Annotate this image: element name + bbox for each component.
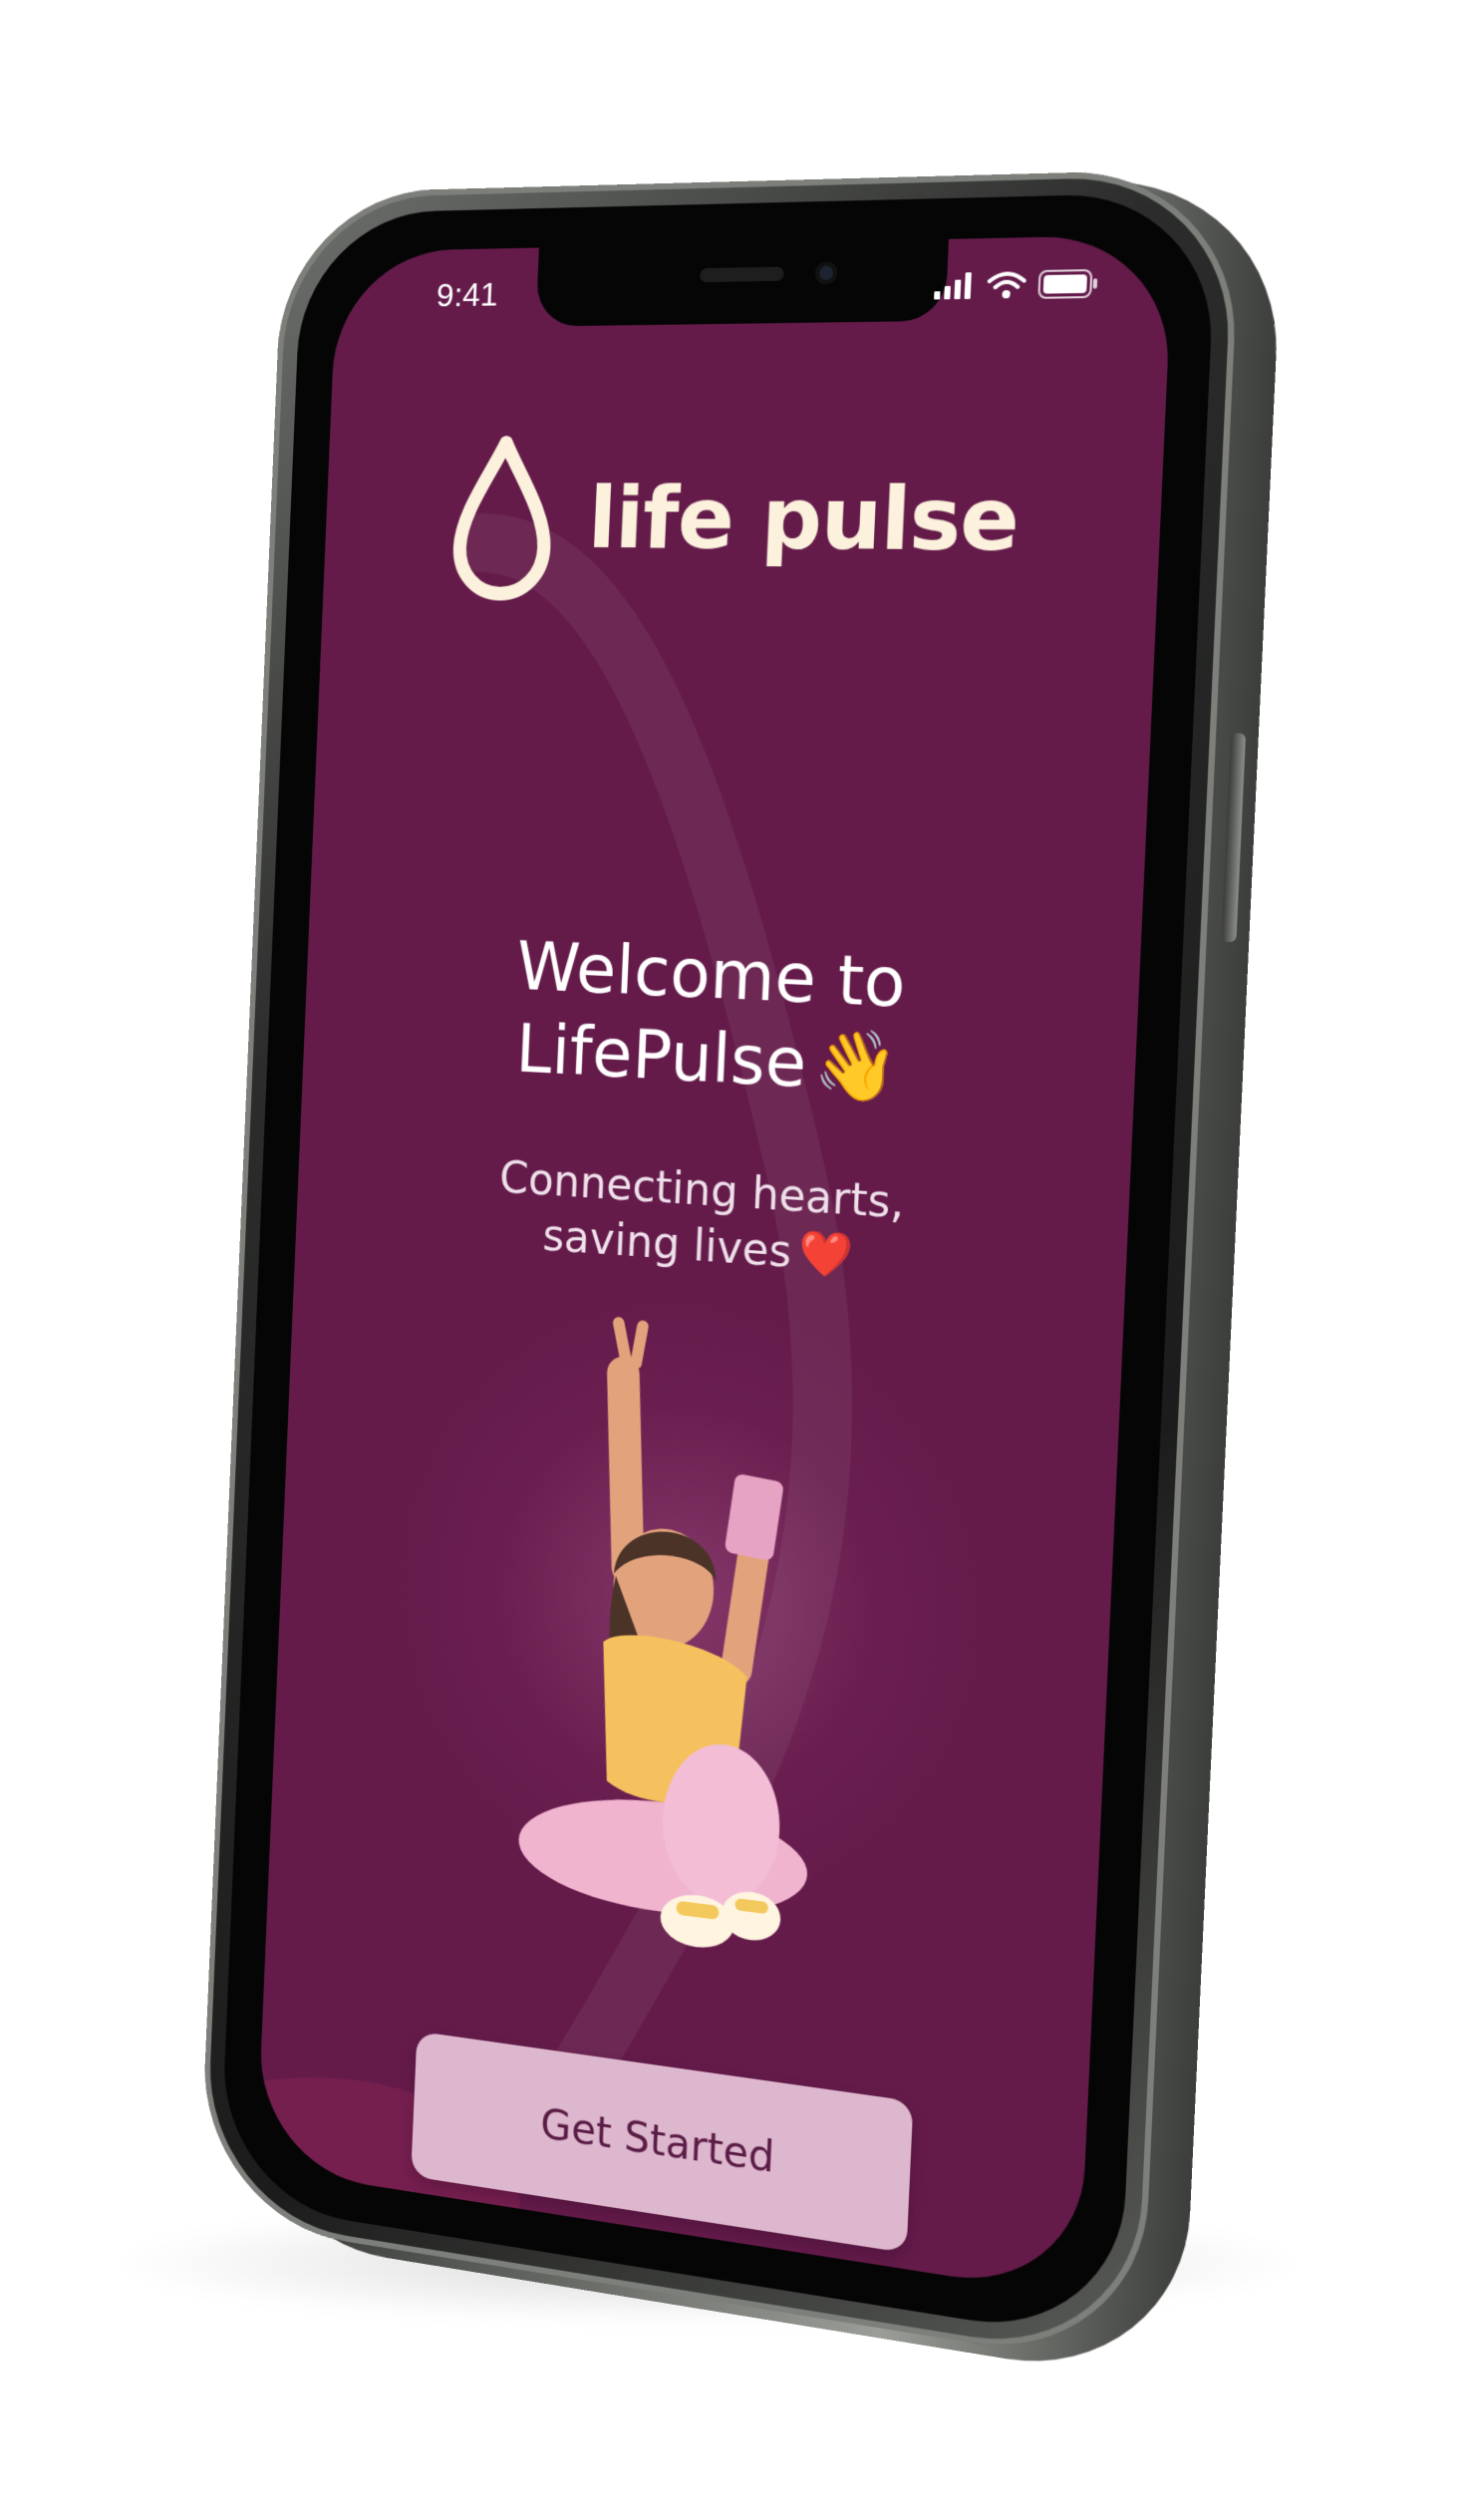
blood-drop-icon <box>448 435 558 602</box>
person-illustration <box>476 1308 891 2003</box>
battery-icon <box>1037 269 1098 299</box>
app-name: LifePulse <box>514 1011 807 1104</box>
wifi-icon <box>987 270 1026 299</box>
speaker-grille <box>700 267 784 283</box>
heart-emoji: ❤️ <box>798 1225 855 1285</box>
notch <box>535 239 949 327</box>
brand-logo: life pulse <box>323 432 1164 608</box>
front-camera <box>815 261 838 284</box>
phone-mockup: 9:41 life pulse Welcome to LifePulse👋 Co… <box>198 167 1264 2384</box>
brand-name: life pulse <box>586 469 1021 571</box>
app-screen: 9:41 life pulse Welcome to LifePulse👋 Co… <box>256 234 1174 2296</box>
status-time: 9:41 <box>436 276 498 315</box>
phone-body: 9:41 life pulse Welcome to LifePulse👋 Co… <box>198 168 1242 2370</box>
status-icons <box>934 269 1099 301</box>
scene: 9:41 life pulse Welcome to LifePulse👋 Co… <box>0 0 1462 2520</box>
waving-hand-emoji: 👋 <box>812 1023 900 1111</box>
signal-icon <box>934 272 976 299</box>
phone-bezel: 9:41 life pulse Welcome to LifePulse👋 Co… <box>219 191 1218 2344</box>
